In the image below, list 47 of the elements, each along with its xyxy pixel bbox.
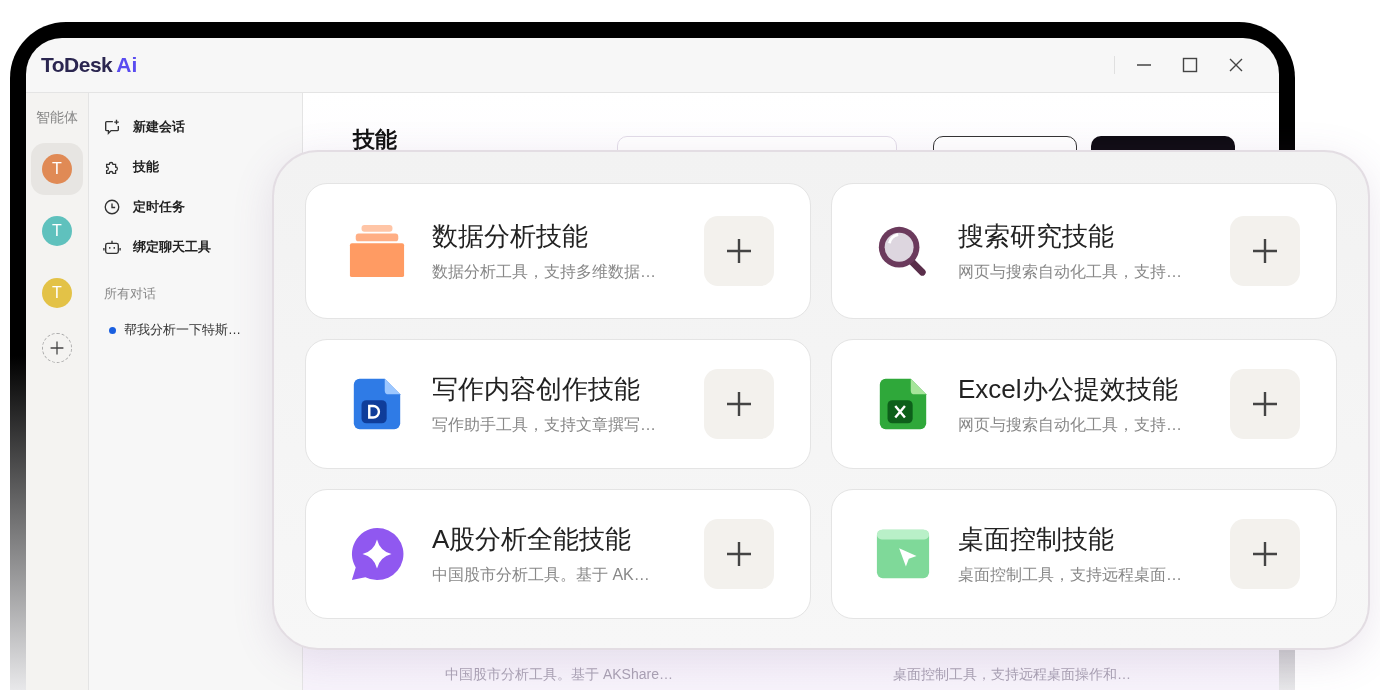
plus-icon xyxy=(1250,389,1280,419)
skill-description: 数据分析工具，支持多维数据… xyxy=(432,262,657,282)
add-button[interactable] xyxy=(704,519,774,589)
agent-avatar: T xyxy=(42,216,72,246)
plus-icon xyxy=(49,340,65,356)
plus-icon xyxy=(724,236,754,266)
skill-description: 桌面控制工具，支持远程桌面… xyxy=(958,565,1183,585)
conversation-item[interactable]: 帮我分析一下特斯… xyxy=(101,321,241,339)
add-button[interactable] xyxy=(1230,369,1300,439)
logo: ToDesk xyxy=(41,53,113,77)
plus-icon xyxy=(724,539,754,569)
chat-icon xyxy=(103,118,121,136)
add-button[interactable] xyxy=(704,369,774,439)
add-button[interactable] xyxy=(1230,519,1300,589)
logo-suffix: Ai xyxy=(116,53,138,77)
nav-item[interactable]: 技能 xyxy=(101,147,159,187)
skill-title: 桌面控制技能 xyxy=(958,523,1115,556)
add-button[interactable] xyxy=(704,216,774,286)
skill-description: 网页与搜索自动化工具，支持… xyxy=(958,262,1183,282)
maximize-icon xyxy=(1182,57,1198,73)
plus-icon xyxy=(1250,236,1280,266)
robot-icon xyxy=(103,238,121,256)
plus-icon xyxy=(1250,539,1280,569)
plus-icon xyxy=(724,389,754,419)
section-label: 所有对话 xyxy=(104,285,157,303)
stack-icon xyxy=(348,222,406,280)
skill-title: 写作内容创作技能 xyxy=(432,373,641,406)
close-icon xyxy=(1228,57,1244,73)
page-title: 技能 xyxy=(353,126,398,154)
skill-title: 数据分析技能 xyxy=(432,220,589,253)
add-button[interactable] xyxy=(1230,216,1300,286)
agent-avatar: T xyxy=(42,278,72,308)
agent-avatar: T xyxy=(42,154,72,184)
skill-description: 中国股市分析工具。基于 AK… xyxy=(432,565,651,585)
skill-title: A股分析全能技能 xyxy=(432,523,633,556)
skill-description: 桌面控制工具，支持远程桌面操作和… xyxy=(892,666,1131,684)
skill-description: 中国股市分析工具。基于 AKShare… xyxy=(445,666,673,684)
nav-item[interactable]: 绑定聊天工具 xyxy=(101,227,211,267)
skill-description: 网页与搜索自动化工具，支持… xyxy=(958,415,1183,435)
minimize-icon xyxy=(1136,64,1152,66)
skill-title: Excel办公提效技能 xyxy=(958,373,1179,406)
nav-item[interactable]: 定时任务 xyxy=(101,187,185,227)
skill-description: 写作助手工具，支持文章撰写… xyxy=(432,415,657,435)
clock-icon xyxy=(103,198,121,216)
nav-item[interactable]: 新建会话 xyxy=(101,107,185,147)
rail-label: 智能体 xyxy=(36,109,78,127)
skill-title: 搜索研究技能 xyxy=(958,220,1115,253)
